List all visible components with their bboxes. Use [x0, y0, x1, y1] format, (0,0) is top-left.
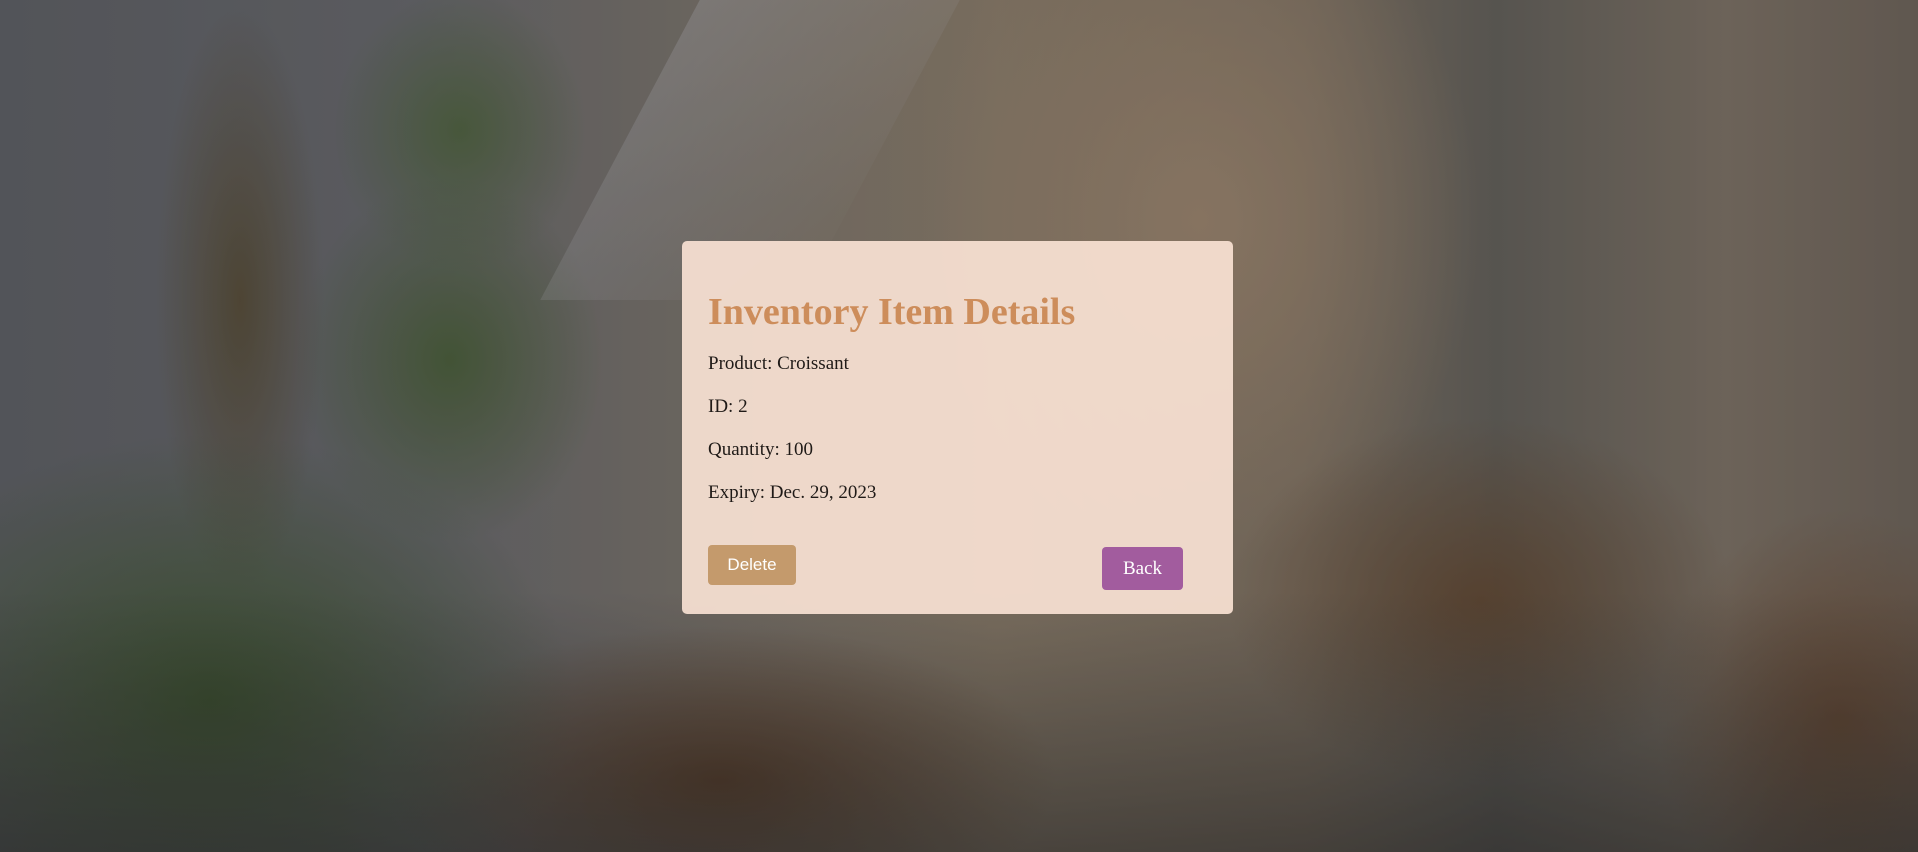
expiry-field: Expiry: Dec. 29, 2023	[708, 482, 877, 503]
item-details-card: Inventory Item Details Product: Croissan…	[682, 241, 1233, 614]
page-title: Inventory Item Details	[708, 291, 1076, 333]
back-button[interactable]: Back	[1102, 547, 1183, 590]
product-field: Product: Croissant	[708, 353, 849, 374]
delete-button[interactable]: Delete	[708, 545, 796, 585]
quantity-field: Quantity: 100	[708, 439, 814, 460]
card-actions: Delete Back	[708, 545, 1183, 590]
id-field: ID: 2	[708, 396, 748, 417]
